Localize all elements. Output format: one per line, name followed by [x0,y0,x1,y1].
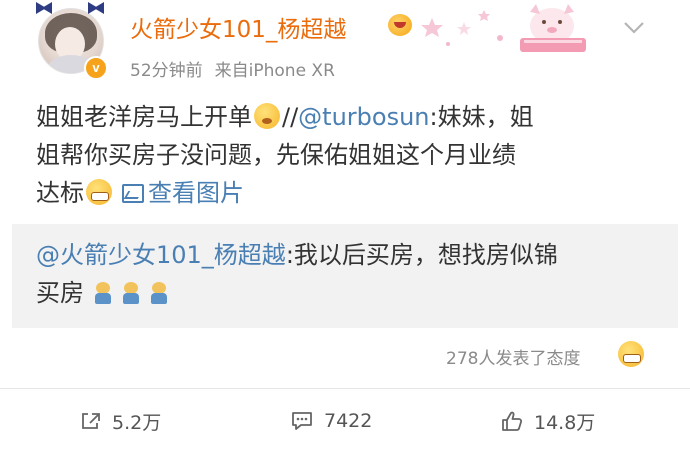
repost-count: 5.2万 [112,411,162,434]
sitting-figure-icon [150,282,168,304]
member-crown-icon[interactable] [388,14,412,36]
comment-count: 7422 [324,410,373,432]
quoted-mention-link[interactable]: @火箭少女101_杨超越 [36,241,286,269]
avatar-bow-right-icon [88,2,104,14]
grinning-face-icon [86,179,112,205]
content-line-2: 姐帮你买房子没问题，先保佑姐姐这个月业绩 [36,141,516,169]
comment-icon [292,412,312,430]
quoted-content: @火箭少女101_杨超越:我以后买房，想找房似锦 买房 [36,236,656,312]
quoted-post[interactable]: @火箭少女101_杨超越:我以后买房，想找房似锦 买房 [12,224,678,328]
avatar-bow-left-icon [36,2,52,14]
like-count: 14.8万 [534,411,596,434]
reaction-grin-icon[interactable] [618,341,644,367]
quoted-line-2: 买房 [36,274,656,312]
content-text: 姐姐老洋房马上开单 [36,103,252,131]
sitting-figure-icon [122,282,140,304]
verified-badge-icon: v [84,56,108,80]
content-line-1: 姐姐老洋房马上开单 //@turbosun:妹妹，姐 [36,98,656,136]
quoted-text: 买房 [36,279,84,307]
card-decoration-icon [421,4,586,52]
reactions-summary[interactable]: 278人发表了态度 [446,344,580,369]
content-line-3: 达标 查看图片 [36,174,656,212]
comment-button[interactable]: 7422 [290,404,372,438]
post-time: 52分钟前 [130,61,203,81]
quoted-text: :我以后买房，想找房似锦 [285,241,558,269]
quoted-line-1: @火箭少女101_杨超越:我以后买房，想找房似锦 [36,236,656,274]
repost-button[interactable]: 5.2万 [80,404,161,438]
post-source: 来自iPhone XR [214,61,335,81]
author-name[interactable]: 火箭少女101_杨超越 [130,10,346,44]
post-meta: 52分钟前 来自iPhone XR [130,56,335,81]
content-text: 达标 [36,179,84,207]
crying-face-icon [254,103,280,129]
weibo-post-card: v 火箭少女101_杨超越 52分钟前 来自iPhone XR 姐姐老洋房马上开单… [0,0,690,450]
repost-separator: // [282,103,299,131]
like-icon [502,411,523,431]
mention-link[interactable]: @turbosun [298,103,429,131]
image-icon [122,184,144,203]
sitting-figure-icon [94,282,112,304]
divider [0,388,690,389]
view-image-label: 查看图片 [148,179,244,207]
repost-icon [82,413,100,429]
chevron-down-icon[interactable] [622,20,646,36]
like-button[interactable]: 14.8万 [500,404,595,438]
post-content: 姐姐老洋房马上开单 //@turbosun:妹妹，姐 姐帮你买房子没问题，先保佑姐… [36,98,656,212]
view-image-link[interactable]: 查看图片 [114,179,244,207]
content-text: :妹妹，姐 [429,103,534,131]
